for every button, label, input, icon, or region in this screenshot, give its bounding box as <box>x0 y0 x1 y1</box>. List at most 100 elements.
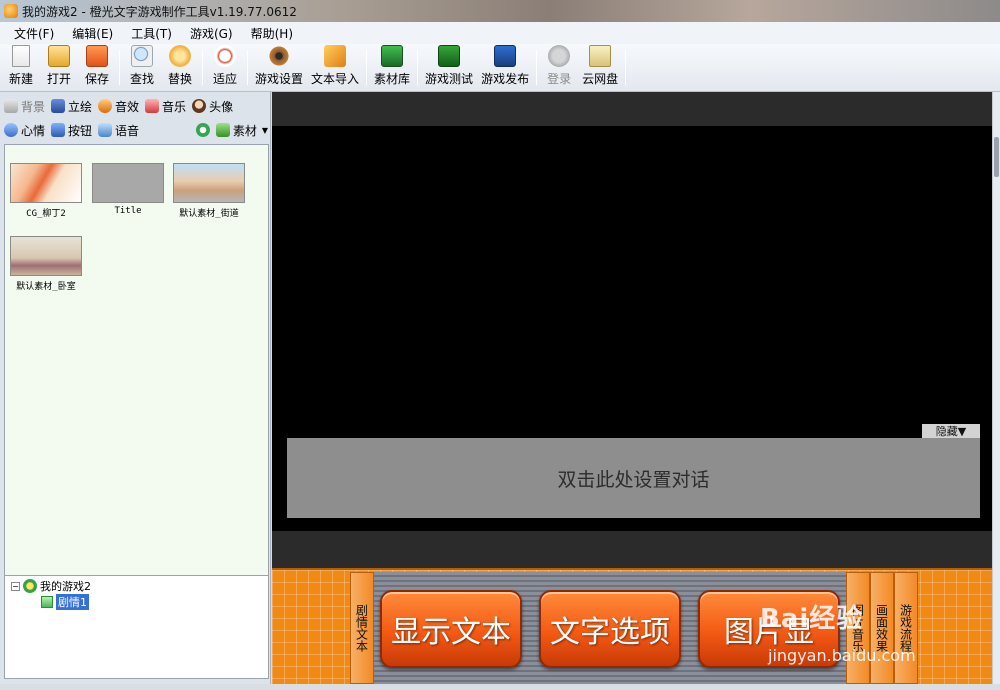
tab-avatar[interactable]: 头像 <box>192 98 233 115</box>
tab-music-label: 音乐 <box>162 99 187 114</box>
login-icon <box>548 45 571 67</box>
open-label: 打开 <box>46 72 71 86</box>
resource-panel: 背景 立绘 音效 音乐 头像 心情 按钮 语音 素材 ▼ CG_柳丁2 Titl… <box>0 92 271 690</box>
folder-open-icon <box>48 45 70 67</box>
stage-preview: 隐藏▼ 双击此处设置对话 <box>272 92 992 568</box>
open-button[interactable]: 打开 <box>40 44 78 91</box>
scrollbar-thumb[interactable] <box>994 137 999 177</box>
game-settings-label: 游戏设置 <box>255 72 304 86</box>
menu-file[interactable]: 文件(F) <box>14 25 62 42</box>
tab-sound-effect[interactable]: 音效 <box>98 98 139 115</box>
tab-game-flow[interactable]: 游戏流程 <box>894 572 918 684</box>
thumbnail-label: 默认素材_卧室 <box>16 282 76 292</box>
tab-button-label: 按钮 <box>68 123 93 138</box>
new-file-icon <box>12 45 30 67</box>
tab-material-label: 素材 <box>232 123 257 138</box>
collapse-toggle-icon[interactable]: − <box>11 581 20 591</box>
toolbar-separator <box>625 50 627 85</box>
menu-bar: 文件(F) 编辑(E) 工具(T) 游戏(G) 帮助(H) <box>0 22 1000 44</box>
thumbnail-item[interactable]: 默认素材_卧室 <box>9 236 83 292</box>
thumbnail-item[interactable]: Title <box>91 163 165 216</box>
menu-help[interactable]: 帮助(H) <box>251 25 301 42</box>
app-icon <box>4 4 18 18</box>
thumbnail-label: 默认素材_街道 <box>179 209 239 219</box>
avatar-icon <box>192 99 207 113</box>
tab-avatar-label: 头像 <box>209 99 234 114</box>
find-label: 查找 <box>129 72 154 86</box>
cloud-disk-button[interactable]: 云网盘 <box>578 44 622 91</box>
replace-button[interactable]: 替换 <box>161 44 199 91</box>
tab-standing[interactable]: 立绘 <box>51 98 92 115</box>
tab-mood[interactable]: 心情 <box>4 122 45 139</box>
toolbar: 新建 打开 保存 查找 替换 适应 游戏设置 文本导入 素材库 游戏测试 游戏发… <box>0 44 1000 92</box>
tab-background-label: 背景 <box>21 99 46 114</box>
tab-sound-effect-label: 音效 <box>115 99 140 114</box>
tab-voice[interactable]: 语音 <box>98 122 139 139</box>
tree-child[interactable]: 剧情1 <box>11 594 262 610</box>
text-import-label: 文本导入 <box>311 72 360 86</box>
menu-game[interactable]: 游戏(G) <box>190 25 241 42</box>
speaker-icon <box>98 99 113 113</box>
window-title: 我的游戏2 - 橙光文字游戏制作工具v1.19.77.0612 <box>22 4 297 19</box>
tab-music[interactable]: 音乐 <box>145 98 186 115</box>
new-button[interactable]: 新建 <box>2 44 40 91</box>
status-bar <box>0 684 1000 690</box>
game-settings-button[interactable]: 游戏设置 <box>251 44 307 91</box>
resource-tab-row: 背景 立绘 音效 音乐 头像 <box>2 94 268 118</box>
login-button[interactable]: 登录 <box>540 44 578 91</box>
tab-screen-effect[interactable]: 画面效果 <box>870 572 894 684</box>
fit-label: 适应 <box>212 72 237 86</box>
show-text-button[interactable]: 显示文本 <box>380 590 522 668</box>
menu-edit[interactable]: 编辑(E) <box>72 25 121 42</box>
save-label: 保存 <box>84 72 109 86</box>
game-publish-label: 游戏发布 <box>481 72 530 86</box>
fit-button[interactable]: 适应 <box>206 44 244 91</box>
tab-button[interactable]: 按钮 <box>51 122 92 139</box>
cloud-disk-label: 云网盘 <box>582 72 619 86</box>
voice-bubble-icon <box>98 123 113 137</box>
vertical-scrollbar[interactable] <box>992 92 1000 690</box>
thumbnail-label: Title <box>114 206 142 216</box>
thumbnail-item[interactable]: 默认素材_街道 <box>172 163 246 219</box>
text-option-button[interactable]: 文字选项 <box>539 590 681 668</box>
publish-icon <box>494 45 517 67</box>
tree-child-label: 剧情1 <box>56 594 89 610</box>
script-icon <box>41 596 53 608</box>
toolbar-separator <box>202 50 203 85</box>
button-icon <box>51 123 66 137</box>
thumbnail-label: CG_柳丁2 <box>26 209 66 219</box>
project-tree: − 我的游戏2 剧情1 <box>4 575 269 679</box>
menu-tools[interactable]: 工具(T) <box>131 25 180 42</box>
tab-story-text[interactable]: 剧情文本 <box>350 572 374 684</box>
text-import-icon <box>324 45 347 67</box>
chevron-down-icon: ▼ <box>261 125 268 135</box>
replace-icon <box>169 45 191 67</box>
dialog-placeholder: 双击此处设置对话 <box>557 468 710 491</box>
tree-root-label: 我的游戏2 <box>40 580 91 593</box>
replace-label: 替换 <box>167 72 192 86</box>
resource-tab-row: 心情 按钮 语音 素材 ▼ <box>2 118 268 142</box>
game-icon <box>23 579 37 593</box>
tab-background[interactable]: 背景 <box>4 98 45 115</box>
thumbnail-image <box>173 163 245 203</box>
watermark-brand: Bai经验 <box>760 604 864 634</box>
game-publish-button[interactable]: 游戏发布 <box>477 44 533 91</box>
new-label: 新建 <box>8 72 33 86</box>
thumbnail-item[interactable]: CG_柳丁2 <box>9 163 83 219</box>
text-import-button[interactable]: 文本导入 <box>307 44 363 91</box>
background-icon <box>4 99 18 113</box>
save-button[interactable]: 保存 <box>78 44 116 91</box>
toolbar-separator <box>366 50 368 85</box>
game-test-button[interactable]: 游戏测试 <box>421 44 477 91</box>
gear-icon <box>268 45 290 67</box>
find-button[interactable]: 查找 <box>123 44 161 91</box>
dialog-box[interactable]: 双击此处设置对话 <box>287 438 980 518</box>
material-library-button[interactable]: 素材库 <box>370 44 414 91</box>
material-library-label: 素材库 <box>374 72 411 86</box>
thumbnail-grid: CG_柳丁2 Title 默认素材_街道 默认素材_卧室 <box>4 144 269 618</box>
library-icon <box>381 45 404 67</box>
tree-root[interactable]: − 我的游戏2 <box>11 578 262 594</box>
watermark-url: jingyan.baidu.com <box>768 646 916 665</box>
refresh-button[interactable] <box>195 123 210 137</box>
tab-material-dropdown[interactable]: 素材 ▼ <box>215 122 268 139</box>
